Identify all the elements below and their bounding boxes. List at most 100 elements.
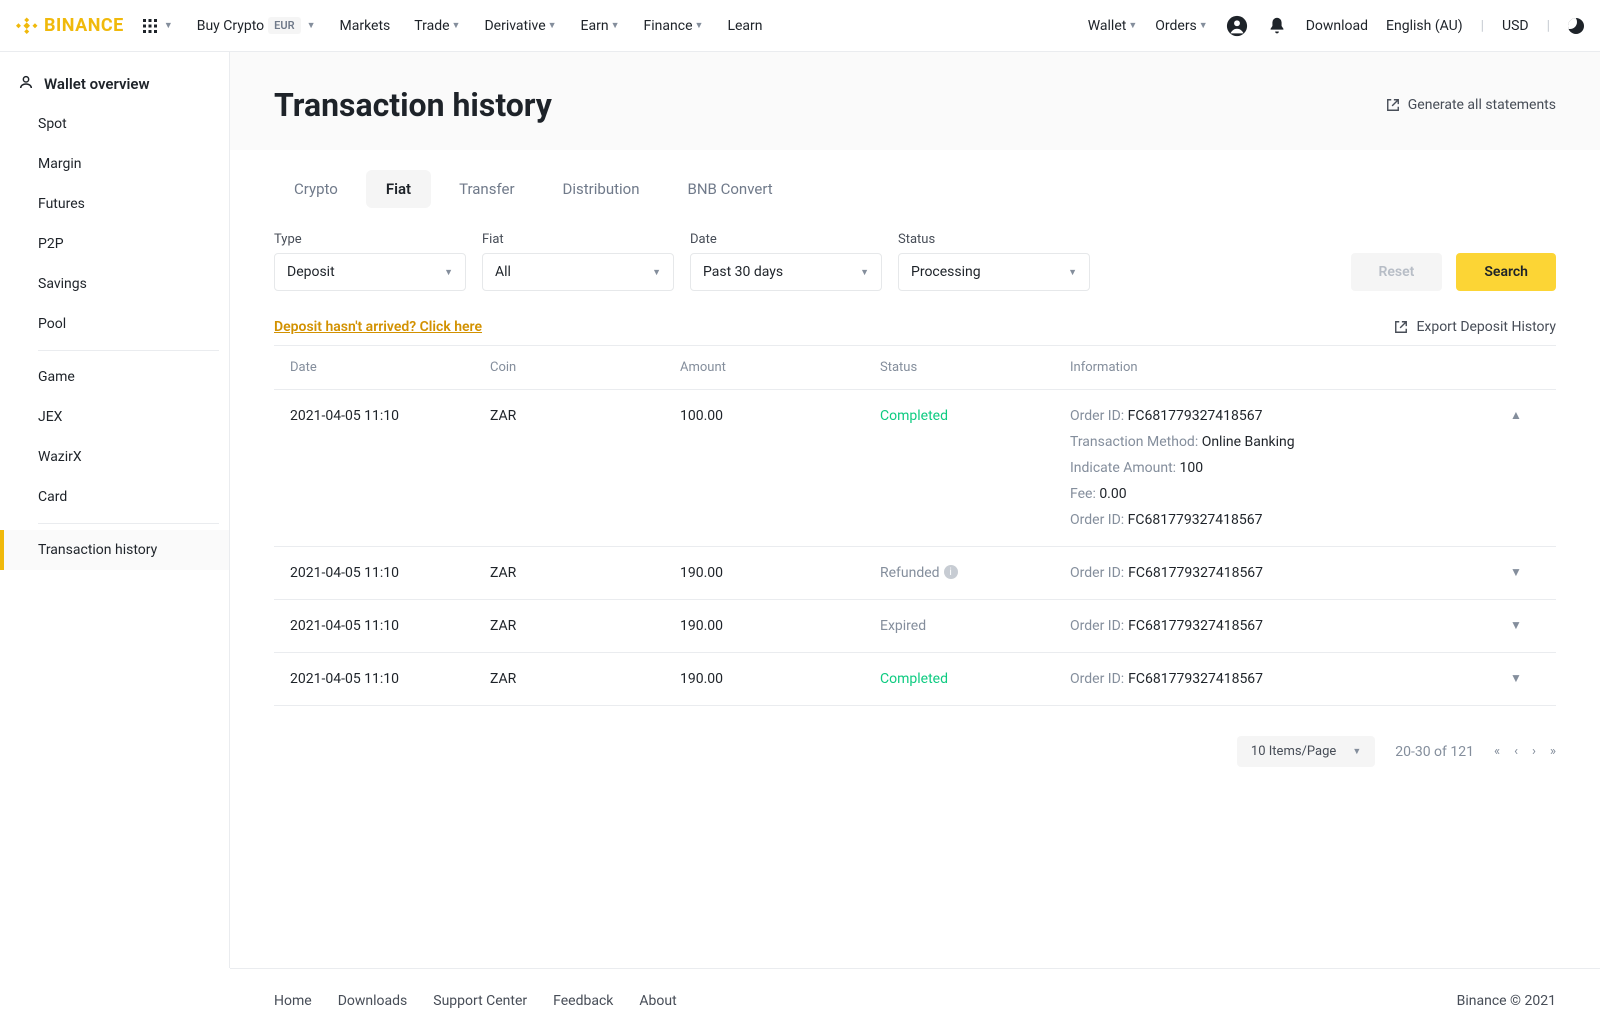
tab-bnb-convert[interactable]: BNB Convert: [668, 170, 793, 208]
page-first-icon[interactable]: «: [1494, 744, 1500, 759]
nav-right: Wallet▼ Orders▼ Download English (AU) | …: [1088, 15, 1584, 37]
chevron-down-icon: ▼: [442, 267, 453, 278]
info-icon[interactable]: i: [944, 565, 958, 579]
filter-status-label: Status: [898, 232, 1090, 247]
page-next-icon[interactable]: ›: [1532, 744, 1536, 759]
select-type[interactable]: Deposit ▼: [274, 253, 466, 291]
chevron-down-icon: ▼: [450, 20, 461, 31]
nav-finance-label: Finance: [644, 18, 693, 34]
deposit-help-link[interactable]: Deposit hasn't arrived? Click here: [274, 319, 482, 335]
theme-toggle-icon[interactable]: [1568, 18, 1584, 34]
sidebar-heading[interactable]: Wallet overview: [0, 64, 229, 104]
sidebar-item-p2p[interactable]: P2P: [28, 224, 229, 264]
pagination: 10 Items/Page ▼ 20-30 of 121 « ‹ › »: [274, 706, 1556, 767]
chevron-down-icon: ▼: [858, 267, 869, 278]
search-button[interactable]: Search: [1456, 253, 1556, 291]
nav-markets[interactable]: Markets: [340, 18, 391, 34]
cell-status: Expired: [880, 618, 1070, 634]
table-row: 2021-04-05 11:10ZAR100.00CompletedOrder …: [274, 390, 1556, 547]
expand-icon[interactable]: ▼: [1510, 618, 1522, 632]
nav-orders[interactable]: Orders▼: [1155, 18, 1207, 34]
export-history-label: Export Deposit History: [1416, 319, 1556, 335]
apps-menu[interactable]: ▼: [142, 18, 173, 34]
reset-button[interactable]: Reset: [1351, 253, 1443, 291]
nav-currency[interactable]: USD: [1502, 18, 1529, 34]
sidebar-item-futures[interactable]: Futures: [28, 184, 229, 224]
filter-type: Type Deposit▼: [274, 232, 466, 291]
footer-link-about[interactable]: About: [639, 993, 676, 1009]
export-history-link[interactable]: Export Deposit History: [1394, 319, 1556, 335]
page-prev-icon[interactable]: ‹: [1514, 744, 1518, 759]
sidebar-item-game[interactable]: Game: [28, 357, 229, 397]
sidebar-item-savings[interactable]: Savings: [28, 264, 229, 304]
info-label: Order ID:: [1070, 618, 1124, 634]
select-fiat[interactable]: All▼: [482, 253, 674, 291]
table-row: 2021-04-05 11:10ZAR190.00CompletedOrder …: [274, 653, 1556, 706]
tab-crypto[interactable]: Crypto: [274, 170, 358, 208]
cell-status: Refundedi: [880, 565, 1070, 581]
sidebar-item-spot[interactable]: Spot: [28, 104, 229, 144]
tab-transfer[interactable]: Transfer: [439, 170, 534, 208]
nav-language[interactable]: English (AU): [1386, 18, 1463, 34]
external-link-icon: [1394, 320, 1408, 334]
nav-trade[interactable]: Trade▼: [414, 18, 460, 34]
select-date[interactable]: Past 30 days▼: [690, 253, 882, 291]
footer-copyright: Binance © 2021: [1457, 993, 1556, 1009]
sidebar-heading-label: Wallet overview: [44, 75, 150, 93]
sidebar-item-margin[interactable]: Margin: [28, 144, 229, 184]
footer-link-downloads[interactable]: Downloads: [338, 993, 408, 1009]
cell-coin: ZAR: [490, 618, 680, 634]
footer-links: Home Downloads Support Center Feedback About: [274, 993, 677, 1009]
sidebar-item-card[interactable]: Card: [28, 477, 229, 517]
footer-link-feedback[interactable]: Feedback: [553, 993, 613, 1009]
info-label: Transaction Method:: [1070, 434, 1202, 450]
footer-link-home[interactable]: Home: [274, 993, 312, 1009]
filter-date: Date Past 30 days▼: [690, 232, 882, 291]
generate-statements-label: Generate all statements: [1408, 97, 1556, 113]
chevron-down-icon: ▼: [609, 20, 620, 31]
select-status-value: Processing: [911, 264, 981, 280]
nav-derivative[interactable]: Derivative▼: [484, 18, 556, 34]
select-type-value: Deposit: [287, 264, 335, 280]
separator: |: [1481, 18, 1484, 34]
user-outline-icon: [18, 74, 34, 94]
cell-expand: ▼: [1510, 565, 1540, 581]
nav-wallet[interactable]: Wallet▼: [1088, 18, 1138, 34]
expand-icon[interactable]: ▼: [1510, 671, 1522, 685]
nav-finance[interactable]: Finance▼: [644, 18, 704, 34]
info-label: Indicate Amount:: [1070, 460, 1180, 476]
cell-amount: 190.00: [680, 671, 880, 687]
cell-info: Order ID: FC681779327418567Transaction M…: [1070, 408, 1510, 528]
page-last-icon[interactable]: »: [1550, 744, 1556, 759]
info-value: Online Banking: [1202, 434, 1295, 450]
generate-statements-link[interactable]: Generate all statements: [1386, 97, 1556, 113]
cell-info: Order ID: FC681779327418567: [1070, 618, 1510, 634]
chevron-down-icon: ▼: [693, 20, 704, 31]
footer-link-support-center[interactable]: Support Center: [433, 993, 527, 1009]
nav-buy-crypto[interactable]: Buy CryptoEUR▼: [197, 17, 316, 34]
sidebar-item-pool[interactable]: Pool: [28, 304, 229, 344]
collapse-icon[interactable]: ▲: [1510, 408, 1522, 422]
sidebar-item-transaction-history[interactable]: Transaction history: [0, 530, 229, 570]
sidebar-item-wazirx[interactable]: WazirX: [28, 437, 229, 477]
nav-derivative-label: Derivative: [484, 18, 545, 34]
bell-icon[interactable]: [1266, 15, 1288, 37]
nav-learn[interactable]: Learn: [727, 18, 762, 34]
items-per-page-select[interactable]: 10 Items/Page ▼: [1237, 736, 1375, 767]
expand-icon[interactable]: ▼: [1510, 565, 1522, 579]
tab-distribution[interactable]: Distribution: [543, 170, 660, 208]
filter-fiat-label: Fiat: [482, 232, 674, 247]
nav-earn[interactable]: Earn▼: [581, 18, 620, 34]
nav-download[interactable]: Download: [1306, 18, 1368, 34]
user-icon[interactable]: [1226, 15, 1248, 37]
main-header: Transaction history Generate all stateme…: [230, 52, 1600, 150]
select-status[interactable]: Processing▼: [898, 253, 1090, 291]
brand-logo[interactable]: BINANCE: [16, 15, 124, 37]
tab-fiat[interactable]: Fiat: [366, 170, 431, 208]
cell-amount: 190.00: [680, 565, 880, 581]
info-label: Fee:: [1070, 486, 1099, 502]
info-value: 0.00: [1099, 486, 1126, 502]
cell-amount: 100.00: [680, 408, 880, 528]
cell-coin: ZAR: [490, 408, 680, 528]
sidebar-item-jex[interactable]: JEX: [28, 397, 229, 437]
